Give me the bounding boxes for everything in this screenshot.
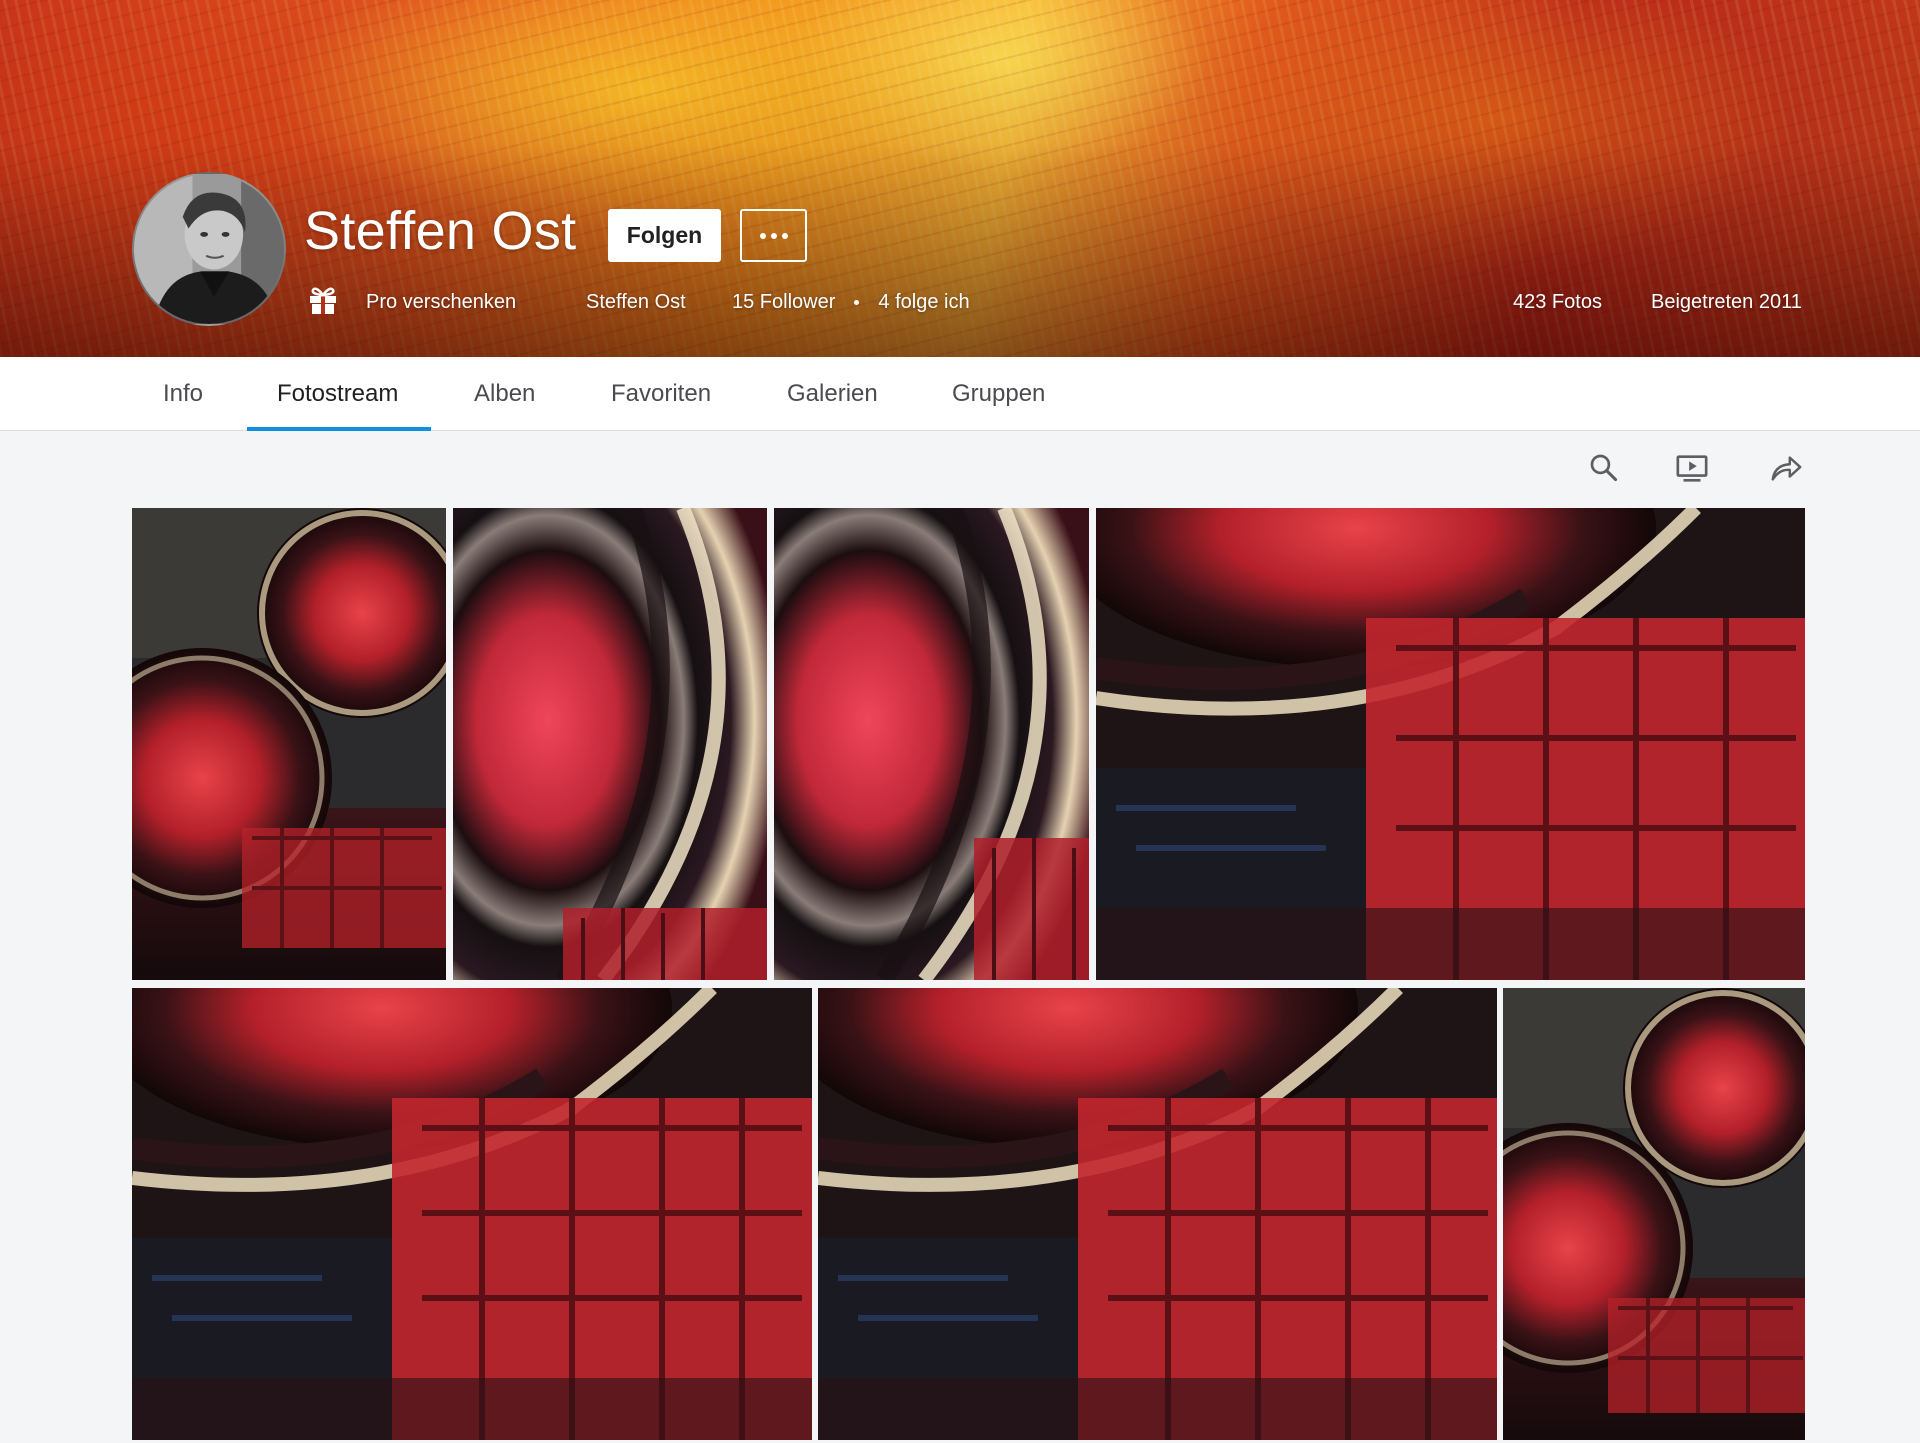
painting-image xyxy=(132,988,812,1440)
profile-name: Steffen Ost xyxy=(304,201,577,261)
search-button[interactable] xyxy=(1586,450,1622,486)
followers-link[interactable]: 15 Follower xyxy=(732,291,835,314)
gift-pro-label: Pro verschenken xyxy=(366,290,517,313)
photo-count: 423 Fotos xyxy=(1513,288,1602,316)
photo-tile[interactable] xyxy=(453,508,767,980)
photo-tile[interactable] xyxy=(1096,508,1805,980)
gift-icon[interactable] xyxy=(308,285,338,315)
painting-image xyxy=(453,508,767,980)
tab-favoriten[interactable]: Favoriten xyxy=(611,357,711,431)
slideshow-button[interactable] xyxy=(1674,450,1710,486)
tab-alben[interactable]: Alben xyxy=(474,357,535,431)
follow-button[interactable]: Folgen xyxy=(608,209,721,262)
active-tab-indicator xyxy=(247,427,431,431)
more-options-button[interactable] xyxy=(740,209,807,262)
avatar[interactable] xyxy=(132,172,286,326)
profile-tabs: Info Fotostream Alben Favoriten Galerien… xyxy=(0,357,1920,431)
username-label: Steffen Ost xyxy=(586,290,686,313)
following-link[interactable]: 4 folge ich xyxy=(878,291,969,314)
painting-image xyxy=(132,508,446,980)
share-button[interactable] xyxy=(1768,450,1804,486)
separator-dot xyxy=(854,299,860,305)
photo-tile[interactable] xyxy=(774,508,1089,980)
gift-pro-link[interactable]: Pro verschenken xyxy=(366,288,516,316)
painting-image xyxy=(818,988,1497,1440)
avatar-portrait xyxy=(134,174,284,324)
photo-tile[interactable] xyxy=(1503,988,1805,1440)
tab-gruppen[interactable]: Gruppen xyxy=(952,357,1045,431)
share-icon xyxy=(1771,456,1802,481)
photo-count-label: 423 Fotos xyxy=(1513,290,1602,313)
search-icon xyxy=(1590,454,1618,482)
painting-image xyxy=(774,508,1089,980)
painting-image xyxy=(1096,508,1805,980)
joined-label: Beigetreten 2011 xyxy=(1651,290,1802,313)
photo-tile[interactable] xyxy=(818,988,1497,1440)
tab-fotostream[interactable]: Fotostream xyxy=(277,357,398,431)
more-icon xyxy=(759,232,788,239)
photo-tile[interactable] xyxy=(132,988,812,1440)
profile-username: Steffen Ost xyxy=(586,288,686,316)
slideshow-icon xyxy=(1676,455,1708,482)
painting-image xyxy=(1503,988,1805,1440)
joined-date: Beigetreten 2011 xyxy=(1651,288,1802,316)
follow-stats: 15 Follower 4 folge ich xyxy=(732,288,970,316)
photo-tile[interactable] xyxy=(132,508,446,980)
tab-info[interactable]: Info xyxy=(163,357,203,431)
tab-galerien[interactable]: Galerien xyxy=(787,357,878,431)
